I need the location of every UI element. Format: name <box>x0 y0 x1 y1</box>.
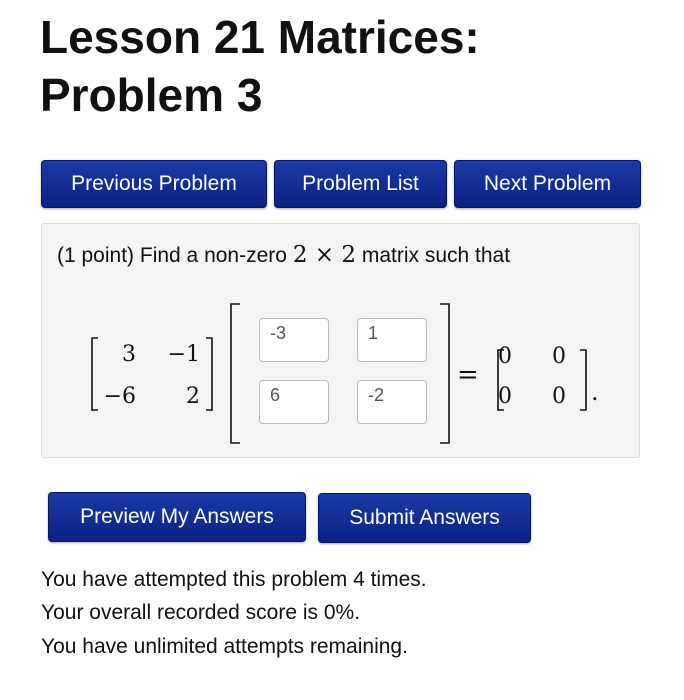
answer-input-r1c2[interactable]: 1 <box>357 318 427 362</box>
preview-answers-button[interactable]: Preview My Answers <box>48 492 306 542</box>
equals-sign: = <box>457 360 479 390</box>
sentence-period: . <box>591 378 599 406</box>
matrix-a-entry: −1 <box>167 342 200 367</box>
answer-input-r2c2[interactable]: -2 <box>357 380 427 424</box>
page-title: Lesson 21 Matrices: Problem 3 <box>40 11 480 121</box>
matrix-a-right-bracket <box>206 337 213 411</box>
zero-matrix-right-bracket <box>580 349 587 411</box>
zero-matrix-entry: 0 <box>498 344 512 369</box>
zero-matrix-entry: 0 <box>552 384 566 409</box>
attempts-text: You have attempted this problem 4 times. <box>41 568 427 591</box>
matrix-a-entry: 3 <box>122 342 136 367</box>
remaining-attempts-text: You have unlimited attempts remaining. <box>41 635 408 658</box>
problem-panel: (1 point) Find a non-zero 2 × 2 matrix s… <box>41 223 640 458</box>
problem-list-button[interactable]: Problem List <box>274 160 447 208</box>
submit-answers-button[interactable]: Submit Answers <box>318 493 531 543</box>
next-problem-button[interactable]: Next Problem <box>454 160 641 208</box>
answer-matrix-right-bracket <box>440 303 450 444</box>
zero-matrix-entry: 0 <box>552 344 566 369</box>
previous-problem-button[interactable]: Previous Problem <box>41 160 267 208</box>
answer-input-r2c1[interactable]: 6 <box>259 380 329 424</box>
matrix-a-entry: −6 <box>103 384 136 409</box>
matrix-a-entry: 2 <box>186 384 200 409</box>
answer-input-r1c1[interactable]: -3 <box>259 318 329 362</box>
answer-matrix-left-bracket <box>230 303 240 444</box>
score-text: Your overall recorded score is 0%. <box>41 601 361 624</box>
zero-matrix-entry: 0 <box>498 384 512 409</box>
